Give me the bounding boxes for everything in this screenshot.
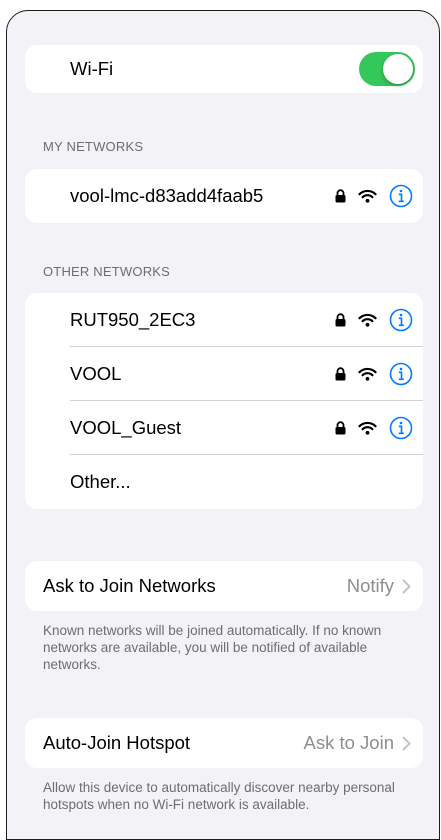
network-row-rut950[interactable]: RUT950_2EC3 xyxy=(25,293,423,347)
wifi-signal-icon xyxy=(358,313,377,327)
wifi-toggle[interactable] xyxy=(359,52,415,86)
chevron-right-icon xyxy=(402,579,411,594)
info-icon[interactable] xyxy=(389,308,413,332)
info-icon[interactable] xyxy=(389,416,413,440)
lock-icon xyxy=(335,189,346,203)
wifi-label: Wi-Fi xyxy=(70,58,114,79)
ask-to-join-value: Notify xyxy=(346,575,394,596)
auto-join-hotspot-value: Ask to Join xyxy=(303,732,395,753)
lock-icon xyxy=(335,367,346,381)
wifi-toggle-card: Wi-Fi xyxy=(25,45,423,93)
wifi-signal-icon xyxy=(358,367,377,381)
my-networks-card: vool-lmc-d83add4faab5 xyxy=(25,169,423,223)
other-networks-card: RUT950_2EC3 VOOL VOOL_Guest Other... xyxy=(25,293,423,509)
network-ssid: VOOL_Guest xyxy=(70,417,182,438)
wifi-signal-icon xyxy=(358,189,377,203)
lock-icon xyxy=(335,421,346,435)
wifi-row: Wi-Fi xyxy=(25,45,423,93)
network-row-vool-lmc[interactable]: vool-lmc-d83add4faab5 xyxy=(25,169,423,223)
ask-to-join-row[interactable]: Ask to Join Networks Notify xyxy=(25,561,423,611)
wifi-toggle-knob xyxy=(383,54,413,84)
auto-join-hotspot-card: Auto-Join Hotspot Ask to Join xyxy=(25,718,423,768)
auto-join-hotspot-row[interactable]: Auto-Join Hotspot Ask to Join xyxy=(25,718,423,768)
network-ssid: vool-lmc-d83add4faab5 xyxy=(70,185,264,206)
auto-join-hotspot-label: Auto-Join Hotspot xyxy=(43,732,191,753)
info-icon[interactable] xyxy=(389,184,413,208)
other-network-label: Other... xyxy=(70,471,131,492)
lock-icon xyxy=(335,313,346,327)
network-ssid: VOOL xyxy=(70,363,122,384)
info-icon[interactable] xyxy=(389,362,413,386)
auto-join-hotspot-footer: Allow this device to automatically disco… xyxy=(43,780,395,812)
other-networks-header: OTHER NETWORKS xyxy=(43,264,171,279)
network-ssid: RUT950_2EC3 xyxy=(70,309,196,330)
other-network-row[interactable]: Other... xyxy=(25,455,423,509)
ask-to-join-card: Ask to Join Networks Notify xyxy=(25,561,423,611)
ask-to-join-label: Ask to Join Networks xyxy=(43,575,216,596)
network-row-vool[interactable]: VOOL xyxy=(25,347,423,401)
wifi-signal-icon xyxy=(358,421,377,435)
ask-to-join-footer: Known networks will be joined automatica… xyxy=(43,623,382,672)
my-networks-header: MY NETWORKS xyxy=(43,139,144,154)
chevron-right-icon xyxy=(402,736,411,751)
settings-screen: Wi-Fi MY NETWORKS vool-lmc-d83add4faab5 xyxy=(6,10,440,840)
network-row-vool-guest[interactable]: VOOL_Guest xyxy=(25,401,423,455)
